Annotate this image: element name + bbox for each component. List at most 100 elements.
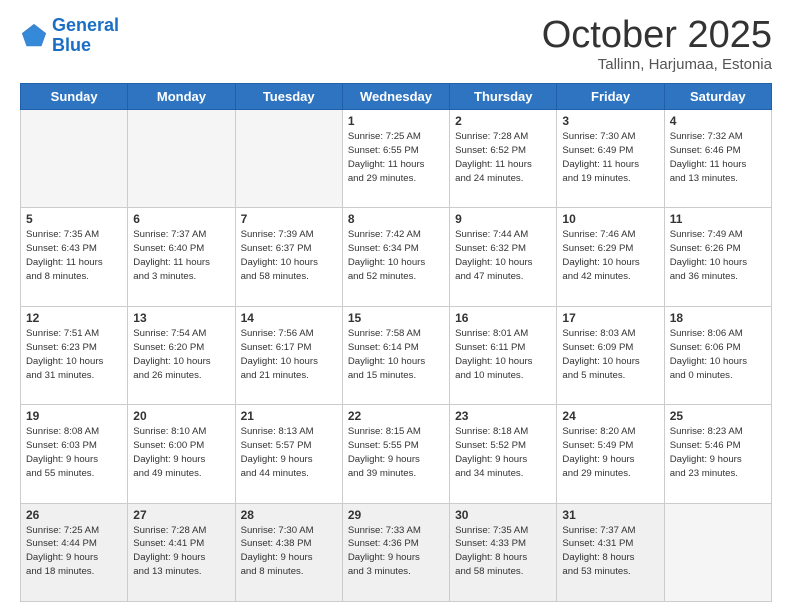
calendar-cell: 15 Sunrise: 7:58 AM Sunset: 6:14 PM Dayli… — [342, 306, 449, 404]
month-title: October 2025 — [542, 16, 772, 54]
calendar-cell: 14 Sunrise: 7:56 AM Sunset: 6:17 PM Dayli… — [235, 306, 342, 404]
day-number: 16 — [455, 311, 551, 325]
logo-line2: Blue — [52, 35, 91, 55]
day-info: Sunrise: 7:28 AM Sunset: 6:52 PM Dayligh… — [455, 130, 551, 186]
day-info: Sunrise: 8:10 AM Sunset: 6:00 PM Dayligh… — [133, 425, 229, 481]
day-info: Sunrise: 7:39 AM Sunset: 6:37 PM Dayligh… — [241, 228, 337, 284]
day-info: Sunrise: 7:46 AM Sunset: 6:29 PM Dayligh… — [562, 228, 658, 284]
day-of-week-header: Tuesday — [235, 84, 342, 110]
calendar-cell: 7Sunrise: 7:39 AM Sunset: 6:37 PM Daylig… — [235, 208, 342, 306]
day-number: 14 — [241, 311, 337, 325]
logo-text: General Blue — [52, 16, 119, 56]
day-number: 20 — [133, 409, 229, 423]
calendar-week-row: 19 Sunrise: 8:08 AM Sunset: 6:03 PM Dayli… — [21, 405, 772, 503]
day-number: 24 — [562, 409, 658, 423]
calendar-body: 1 Sunrise: 7:25 AM Sunset: 6:55 PM Daylig… — [21, 110, 772, 602]
day-info: Sunrise: 8:08 AM Sunset: 6:03 PM Dayligh… — [26, 425, 122, 481]
day-number: 1 — [348, 114, 444, 128]
day-info: Sunrise: 8:23 AM Sunset: 5:46 PM Dayligh… — [670, 425, 766, 481]
calendar-cell: 2 Sunrise: 7:28 AM Sunset: 6:52 PM Daylig… — [450, 110, 557, 208]
calendar-cell: 26 Sunrise: 7:25 AM Sunset: 4:44 PM Dayli… — [21, 503, 128, 601]
day-info: Sunrise: 8:13 AM Sunset: 5:57 PM Dayligh… — [241, 425, 337, 481]
day-of-week-header: Sunday — [21, 84, 128, 110]
day-info: Sunrise: 8:18 AM Sunset: 5:52 PM Dayligh… — [455, 425, 551, 481]
calendar-header-row: SundayMondayTuesdayWednesdayThursdayFrid… — [21, 84, 772, 110]
calendar-cell: 27Sunrise: 7:28 AM Sunset: 4:41 PM Dayli… — [128, 503, 235, 601]
logo-line1: General — [52, 15, 119, 35]
calendar-cell: 21 Sunrise: 8:13 AM Sunset: 5:57 PM Dayli… — [235, 405, 342, 503]
calendar-cell — [664, 503, 771, 601]
calendar-cell: 8 Sunrise: 7:42 AM Sunset: 6:34 PM Daylig… — [342, 208, 449, 306]
calendar-cell: 16Sunrise: 8:01 AM Sunset: 6:11 PM Dayli… — [450, 306, 557, 404]
day-number: 6 — [133, 212, 229, 226]
day-info: Sunrise: 7:30 AM Sunset: 4:38 PM Dayligh… — [241, 524, 337, 580]
calendar-cell — [235, 110, 342, 208]
calendar-cell: 3 Sunrise: 7:30 AM Sunset: 6:49 PM Daylig… — [557, 110, 664, 208]
day-info: Sunrise: 7:25 AM Sunset: 4:44 PM Dayligh… — [26, 524, 122, 580]
calendar-cell — [21, 110, 128, 208]
day-info: Sunrise: 7:42 AM Sunset: 6:34 PM Dayligh… — [348, 228, 444, 284]
title-section: October 2025 Tallinn, Harjumaa, Estonia — [542, 16, 772, 73]
calendar-cell: 19 Sunrise: 8:08 AM Sunset: 6:03 PM Dayli… — [21, 405, 128, 503]
calendar-cell: 22 Sunrise: 8:15 AM Sunset: 5:55 PM Dayli… — [342, 405, 449, 503]
page: General Blue October 2025 Tallinn, Harju… — [0, 0, 792, 612]
calendar-cell: 11 Sunrise: 7:49 AM Sunset: 6:26 PM Dayli… — [664, 208, 771, 306]
day-info: Sunrise: 7:58 AM Sunset: 6:14 PM Dayligh… — [348, 327, 444, 383]
day-number: 11 — [670, 212, 766, 226]
calendar-cell: 12 Sunrise: 7:51 AM Sunset: 6:23 PM Dayli… — [21, 306, 128, 404]
day-info: Sunrise: 7:35 AM Sunset: 4:33 PM Dayligh… — [455, 524, 551, 580]
calendar-cell: 13Sunrise: 7:54 AM Sunset: 6:20 PM Dayli… — [128, 306, 235, 404]
day-number: 21 — [241, 409, 337, 423]
logo: General Blue — [20, 16, 119, 56]
calendar-cell: 10Sunrise: 7:46 AM Sunset: 6:29 PM Dayli… — [557, 208, 664, 306]
day-info: Sunrise: 7:32 AM Sunset: 6:46 PM Dayligh… — [670, 130, 766, 186]
day-number: 5 — [26, 212, 122, 226]
day-number: 25 — [670, 409, 766, 423]
calendar-cell: 5Sunrise: 7:35 AM Sunset: 6:43 PM Daylig… — [21, 208, 128, 306]
day-info: Sunrise: 7:37 AM Sunset: 6:40 PM Dayligh… — [133, 228, 229, 284]
day-number: 4 — [670, 114, 766, 128]
day-info: Sunrise: 7:30 AM Sunset: 6:49 PM Dayligh… — [562, 130, 658, 186]
calendar-cell: 1 Sunrise: 7:25 AM Sunset: 6:55 PM Daylig… — [342, 110, 449, 208]
calendar-week-row: 5Sunrise: 7:35 AM Sunset: 6:43 PM Daylig… — [21, 208, 772, 306]
day-info: Sunrise: 7:49 AM Sunset: 6:26 PM Dayligh… — [670, 228, 766, 284]
day-info: Sunrise: 8:06 AM Sunset: 6:06 PM Dayligh… — [670, 327, 766, 383]
header: General Blue October 2025 Tallinn, Harju… — [20, 16, 772, 73]
calendar-cell: 25 Sunrise: 8:23 AM Sunset: 5:46 PM Dayli… — [664, 405, 771, 503]
day-number: 9 — [455, 212, 551, 226]
calendar-table: SundayMondayTuesdayWednesdayThursdayFrid… — [20, 83, 772, 602]
calendar-week-row: 26 Sunrise: 7:25 AM Sunset: 4:44 PM Dayli… — [21, 503, 772, 601]
day-number: 8 — [348, 212, 444, 226]
calendar-cell: 20 Sunrise: 8:10 AM Sunset: 6:00 PM Dayli… — [128, 405, 235, 503]
day-info: Sunrise: 7:56 AM Sunset: 6:17 PM Dayligh… — [241, 327, 337, 383]
day-number: 26 — [26, 508, 122, 522]
day-info: Sunrise: 8:20 AM Sunset: 5:49 PM Dayligh… — [562, 425, 658, 481]
day-number: 2 — [455, 114, 551, 128]
day-number: 19 — [26, 409, 122, 423]
day-number: 29 — [348, 508, 444, 522]
day-number: 27 — [133, 508, 229, 522]
day-of-week-header: Thursday — [450, 84, 557, 110]
day-of-week-header: Wednesday — [342, 84, 449, 110]
calendar-cell: 30Sunrise: 7:35 AM Sunset: 4:33 PM Dayli… — [450, 503, 557, 601]
calendar-cell: 17Sunrise: 8:03 AM Sunset: 6:09 PM Dayli… — [557, 306, 664, 404]
calendar-cell: 31Sunrise: 7:37 AM Sunset: 4:31 PM Dayli… — [557, 503, 664, 601]
calendar-cell: 29Sunrise: 7:33 AM Sunset: 4:36 PM Dayli… — [342, 503, 449, 601]
day-of-week-header: Monday — [128, 84, 235, 110]
day-number: 15 — [348, 311, 444, 325]
calendar-cell: 28Sunrise: 7:30 AM Sunset: 4:38 PM Dayli… — [235, 503, 342, 601]
day-info: Sunrise: 7:25 AM Sunset: 6:55 PM Dayligh… — [348, 130, 444, 186]
day-info: Sunrise: 7:51 AM Sunset: 6:23 PM Dayligh… — [26, 327, 122, 383]
day-number: 31 — [562, 508, 658, 522]
day-info: Sunrise: 8:03 AM Sunset: 6:09 PM Dayligh… — [562, 327, 658, 383]
day-info: Sunrise: 8:15 AM Sunset: 5:55 PM Dayligh… — [348, 425, 444, 481]
calendar-cell: 18 Sunrise: 8:06 AM Sunset: 6:06 PM Dayli… — [664, 306, 771, 404]
day-number: 23 — [455, 409, 551, 423]
day-number: 12 — [26, 311, 122, 325]
logo-icon — [20, 22, 48, 50]
day-number: 18 — [670, 311, 766, 325]
day-of-week-header: Friday — [557, 84, 664, 110]
day-number: 3 — [562, 114, 658, 128]
calendar-cell: 9Sunrise: 7:44 AM Sunset: 6:32 PM Daylig… — [450, 208, 557, 306]
day-number: 22 — [348, 409, 444, 423]
